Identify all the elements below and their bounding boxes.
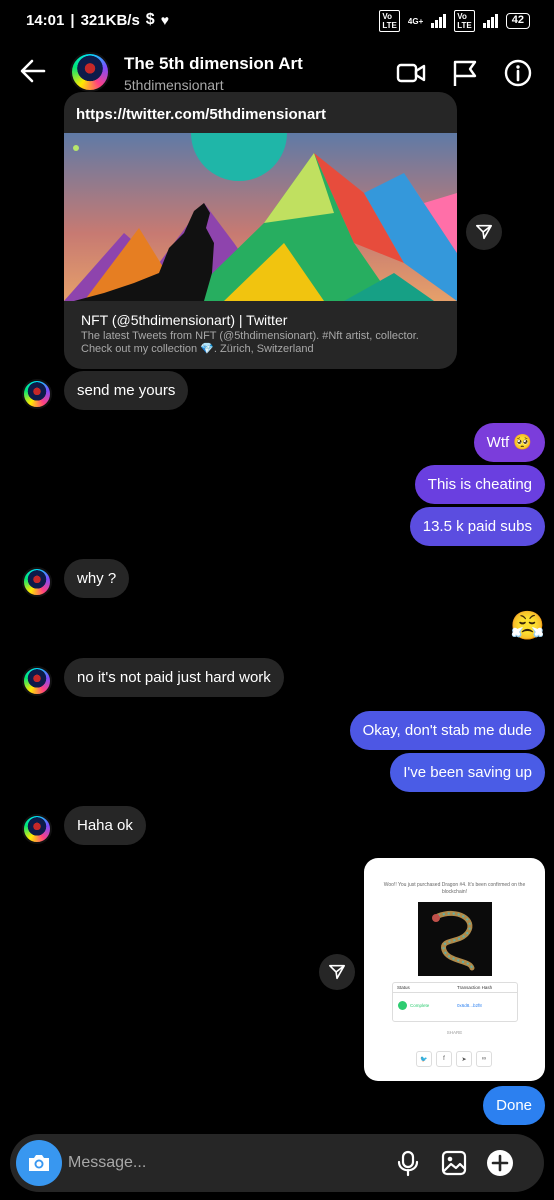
message-sent[interactable]: Done: [483, 1086, 545, 1125]
link-preview-card[interactable]: https://twitter.com/5thdimensionart NFT …: [64, 92, 457, 369]
purchase-confirmation-text: Woo!! You just purchased Dragon #4. It's…: [383, 882, 526, 895]
share-button-2[interactable]: [319, 954, 355, 990]
twitter-icon: 🐦: [416, 1051, 432, 1067]
status-value: Complete: [410, 1003, 430, 1008]
link-title: NFT (@5thdimensionart) | Twitter: [81, 312, 288, 328]
message-received[interactable]: no it's not paid just hard work: [64, 658, 284, 697]
share-button-1[interactable]: [466, 214, 502, 250]
status-speed: 321KB/s: [80, 11, 140, 29]
battery-icon: 42: [505, 13, 530, 29]
tx-column-header: Transaction Hash: [457, 985, 493, 990]
message-received[interactable]: send me yours: [64, 371, 189, 410]
link-icon: ∞: [476, 1051, 492, 1067]
status-bar: 14:01 | 321KB/s $ ♥ Vo LTE 4G+ Vo LTE 42: [0, 0, 554, 40]
sender-avatar[interactable]: [22, 814, 52, 844]
message-sent[interactable]: I've been saving up: [390, 753, 545, 792]
sender-avatar[interactable]: [22, 379, 52, 409]
message-sent[interactable]: This is cheating: [414, 465, 545, 504]
link-preview-image: [64, 133, 457, 301]
camera-button[interactable]: [16, 1140, 62, 1186]
transaction-table: Status Transaction Hash Complete 0x6d8..…: [392, 982, 518, 1022]
check-icon: [398, 1001, 407, 1010]
gallery-icon[interactable]: [440, 1149, 468, 1177]
share-label: SHARE: [446, 1030, 463, 1035]
s-app-icon: $: [145, 11, 155, 28]
dragon-nft-image: [418, 902, 492, 976]
microphone-icon[interactable]: [394, 1149, 422, 1177]
back-arrow-icon[interactable]: [18, 56, 48, 86]
telegram-icon: ➤: [456, 1051, 472, 1067]
contact-avatar[interactable]: [70, 52, 110, 92]
status-time: 14:01: [26, 11, 65, 29]
network-label: 4G+: [407, 16, 424, 26]
contact-handle[interactable]: 5thdimensionart: [124, 77, 224, 93]
tx-hash-value: 0x6d8...b2f8: [457, 1003, 482, 1008]
message-sent[interactable]: Wtf 🥺: [473, 423, 545, 462]
info-icon[interactable]: [503, 58, 533, 88]
contact-name[interactable]: The 5th dimension Art: [124, 54, 303, 74]
signal-icon-2: [482, 14, 498, 28]
shared-image-message[interactable]: Woo!! You just purchased Dragon #4. It's…: [364, 858, 545, 1081]
status-column-header: Status: [397, 985, 410, 990]
message-sent[interactable]: Okay, don't stab me dude: [349, 711, 545, 750]
add-icon[interactable]: [486, 1149, 514, 1177]
flag-icon[interactable]: [450, 58, 480, 88]
message-input[interactable]: [68, 1152, 368, 1174]
link-description: The latest Tweets from NFT (@5thdimensio…: [81, 330, 419, 355]
message-received[interactable]: why ?: [64, 559, 130, 598]
facebook-icon: f: [436, 1051, 452, 1067]
sender-avatar[interactable]: [22, 567, 52, 597]
heart-icon: ♥: [160, 12, 169, 28]
paper-plane-icon: [475, 224, 493, 240]
video-camera-icon[interactable]: [396, 58, 426, 88]
share-icons: 🐦 f ➤ ∞: [416, 1051, 492, 1067]
emoji-message[interactable]: 😤: [510, 610, 545, 642]
sender-avatar[interactable]: [22, 666, 52, 696]
link-url[interactable]: https://twitter.com/5thdimensionart: [76, 106, 326, 123]
camera-icon: [29, 1155, 49, 1171]
volte-icon: Vo LTE: [379, 10, 400, 32]
message-sent[interactable]: 13.5 k paid subs: [409, 507, 545, 546]
message-composer: [10, 1134, 544, 1192]
paper-plane-icon: [328, 964, 346, 980]
message-received[interactable]: Haha ok: [64, 806, 146, 845]
signal-icon: [431, 14, 447, 28]
volte-icon-2: Vo LTE: [454, 10, 475, 32]
